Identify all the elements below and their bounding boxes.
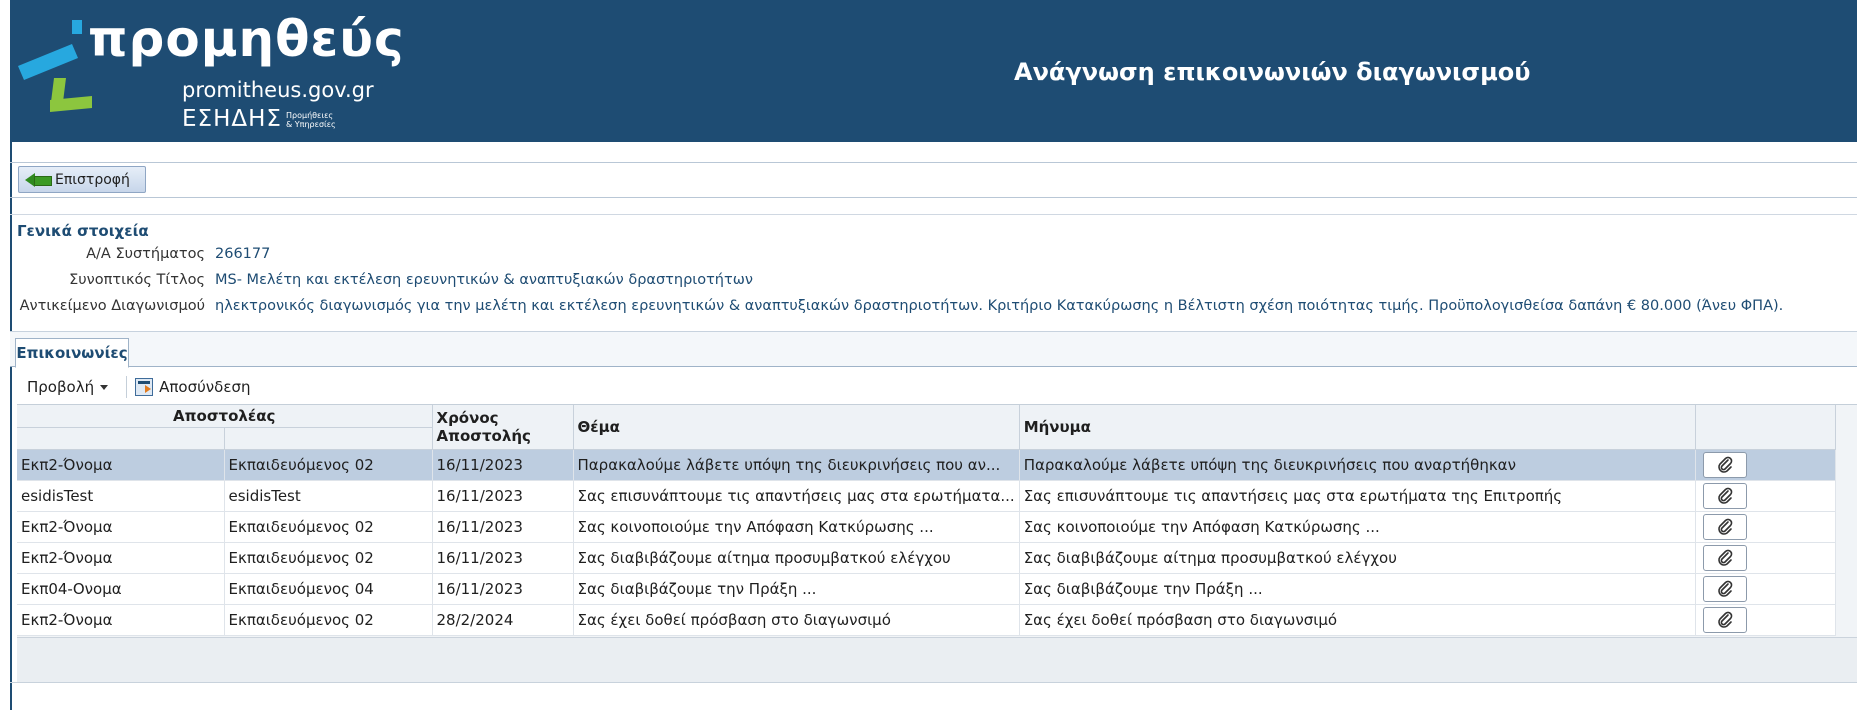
cell-message: Σας διαβιβάζουμε αίτημα προσυμβατκού ελέ… xyxy=(1019,542,1696,574)
cell-sender-user: Εκπαιδευόμενος 02 xyxy=(224,511,433,543)
communications-table: Αποστολέας Χρόνος Αποστολής Θέμα Μήνυμα … xyxy=(17,405,1836,636)
detach-button-label: Αποσύνδεση xyxy=(159,378,251,396)
cell-subject: Σας διαβιβάζουμε αίτημα προσυμβατκού ελέ… xyxy=(573,542,1020,574)
info-value: MS- Μελέτη και εκτέλεση ερευνητικών & αν… xyxy=(215,272,753,288)
cell-attachment xyxy=(1695,480,1836,512)
cell-attachment xyxy=(1695,604,1836,636)
general-section-title: Γενικά στοιχεία xyxy=(17,222,149,240)
column-header-attachment xyxy=(1695,405,1836,450)
attachment-button[interactable] xyxy=(1702,513,1747,540)
chevron-down-icon xyxy=(100,384,109,390)
cell-attachment xyxy=(1695,573,1836,605)
info-value: ηλεκτρονικός διαγωνισμός για την μελέτη … xyxy=(215,298,1784,314)
info-label: Αντικείμενο Διαγωνισμού xyxy=(19,298,205,314)
cell-attachment xyxy=(1695,511,1836,543)
page-header: προμηθεύς promitheus.gov.gr ΕΣΗΔΗΣ Προμή… xyxy=(10,0,1857,142)
promitheus-logo: προμηθεύς promitheus.gov.gr ΕΣΗΔΗΣ Προμή… xyxy=(12,10,404,140)
communications-grid: Αποστολέας Χρόνος Αποστολής Θέμα Μήνυμα … xyxy=(17,404,1857,682)
column-header-send-time[interactable]: Χρόνος Αποστολής xyxy=(432,405,574,450)
cell-subject: Σας διαβιβάζουμε την Πράξη ... xyxy=(573,573,1020,605)
detach-window-icon xyxy=(135,378,154,396)
cell-message: Σας έχει δοθεί πρόσβαση στο διαγωνσιμό xyxy=(1019,604,1696,636)
attachment-button[interactable] xyxy=(1702,451,1747,478)
view-menu-button[interactable]: Προβολή xyxy=(17,378,118,396)
tab-communications[interactable]: Επικοινωνίες xyxy=(15,338,129,368)
cell-sender-name: Εκπ2-Όνομα xyxy=(17,449,225,481)
paperclip-icon xyxy=(1717,487,1733,504)
attachment-button[interactable] xyxy=(1702,606,1747,633)
cell-send-date: 16/11/2023 xyxy=(432,480,574,512)
cell-sender-user: Εκπαιδευόμενος 02 xyxy=(224,542,433,574)
table-row[interactable]: Εκπ2-Όνομα Εκπαιδευόμενος 02 16/11/2023 … xyxy=(17,542,1836,574)
send-time-line-1: Χρόνος xyxy=(436,408,499,427)
action-toolbar xyxy=(10,162,1857,198)
view-menu-label: Προβολή xyxy=(27,378,95,396)
grid-toolbar: Προβολή Αποσύνδεση xyxy=(17,373,250,401)
logo-sub-line-1: Προμήθειες xyxy=(286,111,334,120)
cell-sender-user: Εκπαιδευόμενος 02 xyxy=(224,449,433,481)
cell-sender-user: Εκπαιδευόμενος 02 xyxy=(224,604,433,636)
bottom-divider xyxy=(10,682,1857,683)
back-button[interactable]: Επιστροφή xyxy=(18,166,146,193)
back-button-label: Επιστροφή xyxy=(55,171,130,188)
cell-subject: Σας επισυνάπτουμε τις απαντήσεις μας στα… xyxy=(573,480,1020,512)
cell-subject: Σας έχει δοθεί πρόσβαση στο διαγωνσιμό xyxy=(573,604,1020,636)
paperclip-icon xyxy=(1717,549,1733,566)
column-header-subject[interactable]: Θέμα xyxy=(573,405,1020,450)
column-header-message[interactable]: Μήνυμα xyxy=(1019,405,1696,450)
cell-sender-name: esidisTest xyxy=(17,480,225,512)
cell-message: Σας επισυνάπτουμε τις απαντήσεις μας στα… xyxy=(1019,480,1696,512)
cell-sender-user: Εκπαιδευόμενος 04 xyxy=(224,573,433,605)
column-header-sender-user xyxy=(224,427,433,450)
cell-message: Σας κοινοποιούμε την Απόφαση Κατκύρωσης … xyxy=(1019,511,1696,543)
toolbar-separator xyxy=(126,376,128,398)
paperclip-icon xyxy=(1717,518,1733,535)
tab-strip xyxy=(10,331,1857,367)
info-label: Συνοπτικός Τίτλος xyxy=(69,272,205,288)
table-row[interactable]: Εκπ2-Όνομα Εκπαιδευόμενος 02 16/11/2023 … xyxy=(17,449,1836,481)
cell-sender-name: Εκπ2-Όνομα xyxy=(17,511,225,543)
table-row[interactable]: esidisTest esidisTest 16/11/2023 Σας επι… xyxy=(17,480,1836,512)
grid-empty-area xyxy=(17,637,1857,682)
cell-send-date: 16/11/2023 xyxy=(432,573,574,605)
cell-send-date: 16/11/2023 xyxy=(432,511,574,543)
cell-sender-name: Εκπ2-Όνομα xyxy=(17,542,225,574)
logo-subtitle: Προμήθειες & Υπηρεσίες xyxy=(286,111,336,129)
table-row[interactable]: Εκπ2-Όνομα Εκπαιδευόμενος 02 16/11/2023 … xyxy=(17,511,1836,543)
cell-sender-name: Εκπ2-Όνομα xyxy=(17,604,225,636)
cell-send-date: 16/11/2023 xyxy=(432,542,574,574)
cell-subject: Σας κοινοποιούμε την Απόφαση Κατκύρωσης … xyxy=(573,511,1020,543)
column-header-sender[interactable]: Αποστολέας xyxy=(17,405,433,428)
cell-sender-name: Εκπ04-Ονομα xyxy=(17,573,225,605)
attachment-button[interactable] xyxy=(1702,575,1747,602)
cell-message: Παρακαλούμε λάβετε υπόψη της διευκρινήσε… xyxy=(1019,449,1696,481)
logo-esidis: ΕΣΗΔΗΣ xyxy=(182,106,282,132)
info-value: 266177 xyxy=(215,246,271,262)
logo-sub-line-2: & Υπηρεσίες xyxy=(286,120,336,129)
logo-word: προμηθεύς xyxy=(88,10,405,68)
logo-url: promitheus.gov.gr xyxy=(182,78,374,102)
paperclip-icon xyxy=(1717,611,1733,628)
detach-button[interactable]: Αποσύνδεση xyxy=(135,378,250,396)
green-left-arrow-icon xyxy=(25,172,52,188)
cell-attachment xyxy=(1695,449,1836,481)
section-divider xyxy=(10,204,1857,215)
send-time-line-2: Αποστολής xyxy=(436,426,531,445)
cell-message: Σας διαβιβάζουμε την Πράξη ... xyxy=(1019,573,1696,605)
table-row[interactable]: Εκπ04-Ονομα Εκπαιδευόμενος 04 16/11/2023… xyxy=(17,573,1836,605)
cell-send-date: 16/11/2023 xyxy=(432,449,574,481)
attachment-button[interactable] xyxy=(1702,544,1747,571)
page-title: Ανάγνωση επικοινωνιών διαγωνισμού xyxy=(1014,58,1531,86)
paperclip-icon xyxy=(1717,580,1733,597)
paperclip-icon xyxy=(1717,456,1733,473)
cell-send-date: 28/2/2024 xyxy=(432,604,574,636)
info-label: Α/Α Συστήματος xyxy=(86,246,205,262)
cell-subject: Παρακαλούμε λάβετε υπόψη της διευκρινήσε… xyxy=(573,449,1020,481)
cell-sender-user: esidisTest xyxy=(224,480,433,512)
cell-attachment xyxy=(1695,542,1836,574)
attachment-button[interactable] xyxy=(1702,482,1747,509)
table-row[interactable]: Εκπ2-Όνομα Εκπαιδευόμενος 02 28/2/2024 Σ… xyxy=(17,604,1836,636)
column-header-sender-name xyxy=(17,427,225,450)
